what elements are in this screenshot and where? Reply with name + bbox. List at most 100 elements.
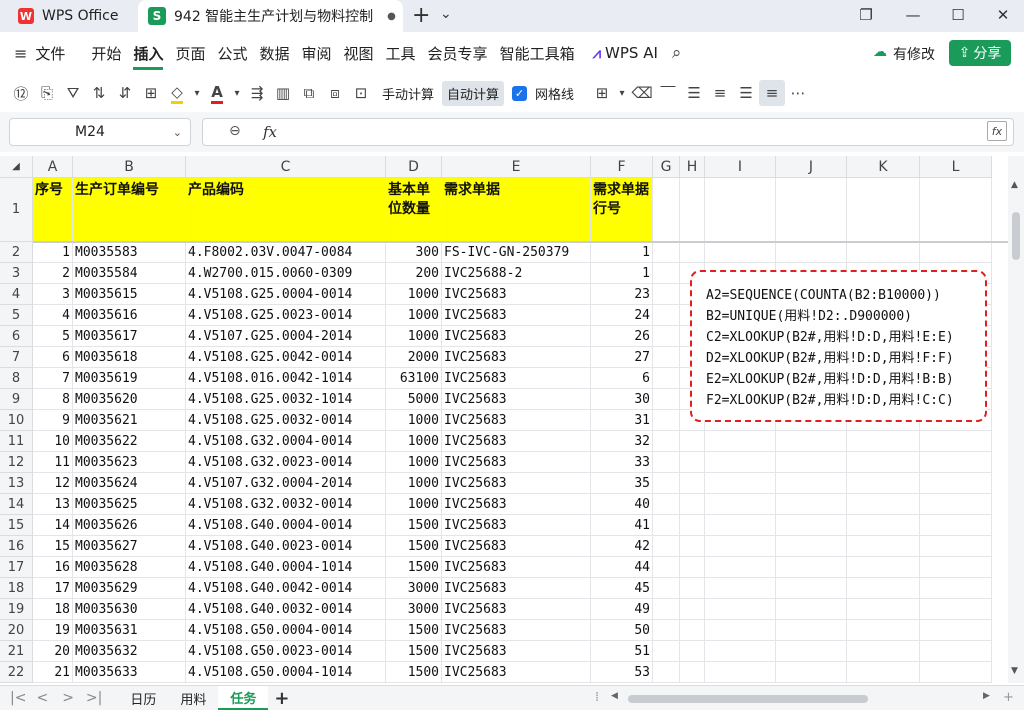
- add-sheet-button[interactable]: +: [274, 688, 289, 709]
- table-cell-d[interactable]: 1000: [386, 305, 442, 326]
- table-cell-d[interactable]: 3000: [386, 578, 442, 599]
- table-cell-e[interactable]: IVC25683: [442, 389, 591, 410]
- table-cell-f[interactable]: 33: [591, 452, 653, 473]
- sort-ascending-icon[interactable]: ⇅: [86, 80, 112, 106]
- align-bottom-icon[interactable]: ≡: [759, 80, 786, 106]
- empty-cell[interactable]: [705, 662, 776, 683]
- align-center-icon[interactable]: ≡: [707, 80, 733, 106]
- table-cell-b[interactable]: M0035621: [73, 410, 186, 431]
- sort-descending-icon[interactable]: ⇵: [112, 80, 138, 106]
- empty-cell[interactable]: [847, 641, 920, 662]
- table-cell-a[interactable]: 11: [33, 452, 73, 473]
- empty-cell[interactable]: [680, 452, 705, 473]
- manual-calc-button[interactable]: 手动计算: [377, 81, 439, 106]
- unsaved-dot-icon[interactable]: ●: [387, 11, 396, 22]
- table-cell-f[interactable]: 40: [591, 494, 653, 515]
- formula-input[interactable]: ⊖ fx fx: [202, 118, 1014, 146]
- grid-tools-icon[interactable]: ⧈: [322, 80, 348, 106]
- empty-cell[interactable]: [680, 178, 705, 242]
- table-cell-b[interactable]: M0035622: [73, 431, 186, 452]
- auto-calc-button[interactable]: 自动计算: [442, 80, 505, 106]
- row-header[interactable]: 2: [0, 242, 33, 263]
- row-header[interactable]: 16: [0, 536, 33, 557]
- table-cell-f[interactable]: 23: [591, 284, 653, 305]
- table-cell-d[interactable]: 200: [386, 263, 442, 284]
- row-header[interactable]: 18: [0, 578, 33, 599]
- table-cell-c[interactable]: 4.V5108.G40.0004-0014: [186, 515, 386, 536]
- formula-annotation-box[interactable]: A2=SEQUENCE(COUNTA(B2:B10000)) B2=UNIQUE…: [690, 270, 987, 422]
- table-cell-a[interactable]: 16: [33, 557, 73, 578]
- table-cell-b[interactable]: M0035624: [73, 473, 186, 494]
- zoom-formula-icon[interactable]: ⊖: [229, 123, 241, 139]
- tab-document[interactable]: S 942 智能主生产计划与物料控制 ●: [138, 0, 403, 32]
- table-cell-d[interactable]: 1000: [386, 473, 442, 494]
- row-header[interactable]: 20: [0, 620, 33, 641]
- restore-tabs-icon[interactable]: ❐: [856, 6, 876, 24]
- table-style-icon[interactable]: ⊞: [589, 80, 615, 106]
- table-cell-f[interactable]: 27: [591, 347, 653, 368]
- table-cell-a[interactable]: 9: [33, 410, 73, 431]
- table-cell-a[interactable]: 19: [33, 620, 73, 641]
- minimize-icon[interactable]: —: [903, 6, 923, 24]
- table-cell-e[interactable]: IVC25683: [442, 368, 591, 389]
- empty-cell[interactable]: [680, 557, 705, 578]
- empty-cell[interactable]: [776, 620, 847, 641]
- row-header[interactable]: 21: [0, 641, 33, 662]
- table-cell-c[interactable]: 4.V5108.016.0042-1014: [186, 368, 386, 389]
- row-header[interactable]: 19: [0, 599, 33, 620]
- table-cell-e[interactable]: IVC25683: [442, 284, 591, 305]
- table-cell-f[interactable]: 26: [591, 326, 653, 347]
- column-header-b[interactable]: B: [73, 156, 186, 178]
- empty-cell[interactable]: [705, 536, 776, 557]
- name-box[interactable]: M24 ⌄: [9, 118, 191, 146]
- table-cell-e[interactable]: IVC25683: [442, 347, 591, 368]
- empty-cell[interactable]: [680, 641, 705, 662]
- empty-cell[interactable]: [776, 578, 847, 599]
- header-cell-c[interactable]: 产品编码: [186, 178, 386, 242]
- window-icon[interactable]: ⧉: [296, 80, 322, 106]
- table-cell-b[interactable]: M0035625: [73, 494, 186, 515]
- table-cell-e[interactable]: IVC25683: [442, 599, 591, 620]
- column-header-e[interactable]: E: [442, 156, 591, 178]
- column-header-a[interactable]: A: [33, 156, 73, 178]
- scroll-right-icon[interactable]: ▶: [983, 691, 990, 701]
- align-left-icon[interactable]: ☰: [681, 80, 707, 106]
- table-cell-a[interactable]: 20: [33, 641, 73, 662]
- row-header[interactable]: 17: [0, 557, 33, 578]
- empty-cell[interactable]: [776, 515, 847, 536]
- format-number-icon[interactable]: ⑫: [8, 80, 34, 106]
- tab-splitter[interactable]: ⁞: [595, 690, 599, 705]
- maximize-icon[interactable]: ☐: [948, 6, 968, 24]
- filter-icon[interactable]: ⛛: [60, 80, 86, 106]
- empty-cell[interactable]: [920, 557, 992, 578]
- table-cell-b[interactable]: M0035620: [73, 389, 186, 410]
- table-cell-b[interactable]: M0035633: [73, 662, 186, 683]
- empty-cell[interactable]: [680, 242, 705, 263]
- table-cell-c[interactable]: 4.V5108.G40.0023-0014: [186, 536, 386, 557]
- empty-cell[interactable]: [847, 473, 920, 494]
- column-header-g[interactable]: G: [653, 156, 680, 178]
- header-cell-e[interactable]: 需求单据: [442, 178, 591, 242]
- table-cell-d[interactable]: 1500: [386, 515, 442, 536]
- header-cell-a[interactable]: 序号: [33, 178, 73, 242]
- table-cell-c[interactable]: 4.V5108.G32.0023-0014: [186, 452, 386, 473]
- empty-cell[interactable]: [705, 641, 776, 662]
- borders-icon[interactable]: ⊞: [138, 80, 164, 106]
- clear-format-icon[interactable]: ⌫: [629, 80, 655, 106]
- empty-cell[interactable]: [705, 431, 776, 452]
- table-cell-a[interactable]: 13: [33, 494, 73, 515]
- gridlines-checkbox[interactable]: ✓: [512, 85, 528, 101]
- close-icon[interactable]: ✕: [993, 6, 1013, 24]
- row-header[interactable]: 11: [0, 431, 33, 452]
- table-cell-c[interactable]: 4.V5108.G50.0004-0014: [186, 620, 386, 641]
- font-color-dropdown-icon[interactable]: ▾: [230, 80, 244, 106]
- empty-cell[interactable]: [653, 263, 680, 284]
- horizontal-scroll-thumb[interactable]: [628, 695, 868, 703]
- empty-cell[interactable]: [653, 389, 680, 410]
- table-cell-c[interactable]: 4.V5108.G32.0004-0014: [186, 431, 386, 452]
- menu-member[interactable]: 会员专享: [428, 43, 488, 64]
- row-header[interactable]: 8: [0, 368, 33, 389]
- add-column-icon[interactable]: +: [1003, 690, 1014, 705]
- empty-cell[interactable]: [653, 452, 680, 473]
- empty-cell[interactable]: [653, 515, 680, 536]
